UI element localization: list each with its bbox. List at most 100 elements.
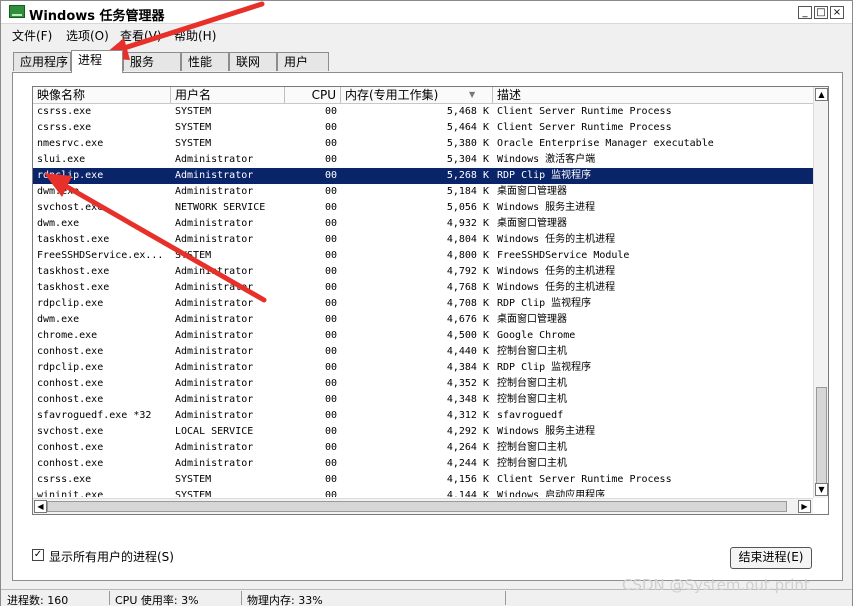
row-image-name: csrss.exe	[37, 122, 92, 133]
row-cpu: 00	[324, 490, 337, 497]
process-list[interactable]: 映像名称 用户名 CPU 内存(专用工作集) ▼ 描述 csrss.exe SYS…	[32, 86, 829, 515]
column-memory-label: 内存(专用工作集)	[345, 88, 439, 102]
row-memory: 4,292 K	[446, 426, 489, 437]
row-image-name: svchost.exe	[37, 202, 104, 213]
row-description: Windows 服务主进程	[497, 202, 596, 213]
row-description: Client Server Runtime Process	[497, 122, 672, 133]
row-memory: 4,792 K	[446, 266, 489, 277]
row-user-name: Administrator	[175, 394, 254, 405]
process-rows: csrss.exe SYSTEM 00 5,468 K Client Server Ru…	[33, 104, 813, 497]
table-row[interactable]: conhost.exe Administrator 00 4,440 K 控制台窗口主机	[33, 344, 813, 360]
end-process-button[interactable]: 结束进程(E)	[730, 547, 812, 569]
tab-services[interactable]: 服务	[123, 52, 181, 71]
table-row[interactable]: dwm.exe Administrator 00 5,184 K 桌面窗口管理器	[33, 184, 813, 200]
table-row[interactable]: conhost.exe Administrator 00 4,244 K 控制台窗口主机	[33, 456, 813, 472]
row-memory: 4,384 K	[446, 362, 489, 373]
row-cpu: 00	[324, 266, 337, 277]
table-row[interactable]: rdpclip.exe Administrator 00 4,708 K RDP Cli…	[33, 296, 813, 312]
table-row[interactable]: taskhost.exe Administrator 00 4,768 K Window…	[33, 280, 813, 296]
table-row[interactable]: csrss.exe SYSTEM 00 4,156 K Client Server Ru…	[33, 472, 813, 488]
row-memory: 4,244 K	[446, 458, 489, 469]
table-row[interactable]: FreeSSHDService.ex... SYSTEM 00 4,800 K Free…	[33, 248, 813, 264]
menu-help[interactable]: 帮助(H)	[174, 27, 216, 44]
row-memory: 4,500 K	[446, 330, 489, 341]
row-description: 控制台窗口主机	[497, 394, 567, 405]
row-description: 控制台窗口主机	[497, 346, 567, 357]
row-cpu: 00	[324, 474, 337, 485]
tab-performance[interactable]: 性能	[181, 52, 229, 71]
table-row[interactable]: csrss.exe SYSTEM 00 5,468 K Client Server Ru…	[33, 104, 813, 120]
row-description: 控制台窗口主机	[497, 458, 567, 469]
scroll-up-icon[interactable]: ▲	[815, 88, 828, 101]
row-image-name: dwm.exe	[37, 186, 80, 197]
menu-view[interactable]: 查看(V)	[120, 27, 162, 44]
scroll-right-icon[interactable]: ▶	[798, 500, 811, 513]
row-description: Windows 激活客户端	[497, 154, 596, 165]
row-memory: 4,440 K	[446, 346, 489, 357]
sort-down-icon: ▼	[469, 90, 476, 99]
row-memory: 5,304 K	[446, 154, 489, 165]
row-cpu: 00	[324, 202, 337, 213]
row-memory: 4,156 K	[446, 474, 489, 485]
row-description: Oracle Enterprise Manager executable	[497, 138, 714, 149]
table-row[interactable]: wininit.exe SYSTEM 00 4,144 K Windows 启动应用程序	[33, 488, 813, 497]
table-row[interactable]: rdpclip.exe Administrator 00 4,384 K RDP Cli…	[33, 360, 813, 376]
row-description: Windows 任务的主机进程	[497, 266, 616, 277]
table-row[interactable]: taskhost.exe Administrator 00 4,804 K Window…	[33, 232, 813, 248]
vertical-scroll-thumb[interactable]	[816, 387, 827, 487]
table-row[interactable]: dwm.exe Administrator 00 4,676 K 桌面窗口管理器	[33, 312, 813, 328]
row-cpu: 00	[324, 410, 337, 421]
scroll-down-icon[interactable]: ▼	[815, 483, 828, 496]
table-row[interactable]: rdpclip.exe Administrator 00 5,268 K RDP Cli…	[33, 168, 813, 184]
row-user-name: Administrator	[175, 282, 254, 293]
column-user-name[interactable]: 用户名	[171, 87, 285, 103]
row-user-name: LOCAL SERVICE	[175, 426, 254, 437]
close-button[interactable]: ×	[830, 6, 844, 19]
maximize-button[interactable]: □	[814, 6, 828, 19]
row-user-name: SYSTEM	[175, 250, 212, 261]
row-description: 桌面窗口管理器	[497, 186, 567, 197]
column-image-name[interactable]: 映像名称	[33, 87, 171, 103]
table-row[interactable]: sfavroguedf.exe *32 Administrator 00 4,312 …	[33, 408, 813, 424]
tab-applications[interactable]: 应用程序	[13, 52, 71, 71]
column-description[interactable]: 描述	[493, 87, 813, 103]
table-row[interactable]: conhost.exe Administrator 00 4,264 K 控制台窗口主机	[33, 440, 813, 456]
show-all-users-checkbox[interactable]: ✓	[32, 549, 44, 561]
horizontal-scrollbar[interactable]: ◀ ▶	[33, 498, 813, 514]
row-image-name: svchost.exe	[37, 426, 104, 437]
column-memory[interactable]: 内存(专用工作集) ▼	[341, 87, 493, 103]
menu-options[interactable]: 选项(O)	[66, 27, 109, 44]
horizontal-scroll-thumb[interactable]	[47, 501, 787, 512]
table-row[interactable]: svchost.exe NETWORK SERVICE 00 5,056 K Windo…	[33, 200, 813, 216]
row-user-name: Administrator	[175, 346, 254, 357]
row-image-name: csrss.exe	[37, 106, 92, 117]
row-memory: 4,352 K	[446, 378, 489, 389]
table-row[interactable]: taskhost.exe Administrator 00 4,792 K Window…	[33, 264, 813, 280]
row-description: Windows 服务主进程	[497, 426, 596, 437]
scroll-left-icon[interactable]: ◀	[34, 500, 47, 513]
vertical-scrollbar[interactable]: ▲ ▼	[813, 87, 828, 498]
tab-processes[interactable]: 进程	[71, 50, 123, 73]
show-all-users-label[interactable]: 显示所有用户的进程(S)	[49, 548, 174, 565]
table-row[interactable]: csrss.exe SYSTEM 00 5,464 K Client Server Ru…	[33, 120, 813, 136]
table-row[interactable]: slui.exe Administrator 00 5,304 K Windows 激活…	[33, 152, 813, 168]
minimize-button[interactable]: _	[798, 6, 812, 19]
row-user-name: SYSTEM	[175, 474, 212, 485]
row-image-name: conhost.exe	[37, 458, 104, 469]
table-row[interactable]: nmesrvc.exe SYSTEM 00 5,380 K Oracle Enterpr…	[33, 136, 813, 152]
tab-users[interactable]: 用户	[277, 52, 329, 71]
table-row[interactable]: conhost.exe Administrator 00 4,352 K 控制台窗口主机	[33, 376, 813, 392]
task-manager-window: Windows 任务管理器 _ □ × 文件(F) 选项(O) 查看(V) 帮助…	[0, 0, 853, 607]
column-cpu[interactable]: CPU	[285, 87, 341, 103]
row-description: RDP Clip 监视程序	[497, 362, 592, 373]
row-cpu: 00	[324, 106, 337, 117]
table-row[interactable]: dwm.exe Administrator 00 4,932 K 桌面窗口管理器	[33, 216, 813, 232]
table-row[interactable]: chrome.exe Administrator 00 4,500 K Google C…	[33, 328, 813, 344]
table-row[interactable]: svchost.exe LOCAL SERVICE 00 4,292 K Windows…	[33, 424, 813, 440]
row-image-name: csrss.exe	[37, 474, 92, 485]
row-user-name: Administrator	[175, 314, 254, 325]
table-row[interactable]: conhost.exe Administrator 00 4,348 K 控制台窗口主机	[33, 392, 813, 408]
tab-networking[interactable]: 联网	[229, 52, 277, 71]
menu-file[interactable]: 文件(F)	[12, 27, 52, 44]
row-image-name: rdpclip.exe	[37, 362, 104, 373]
